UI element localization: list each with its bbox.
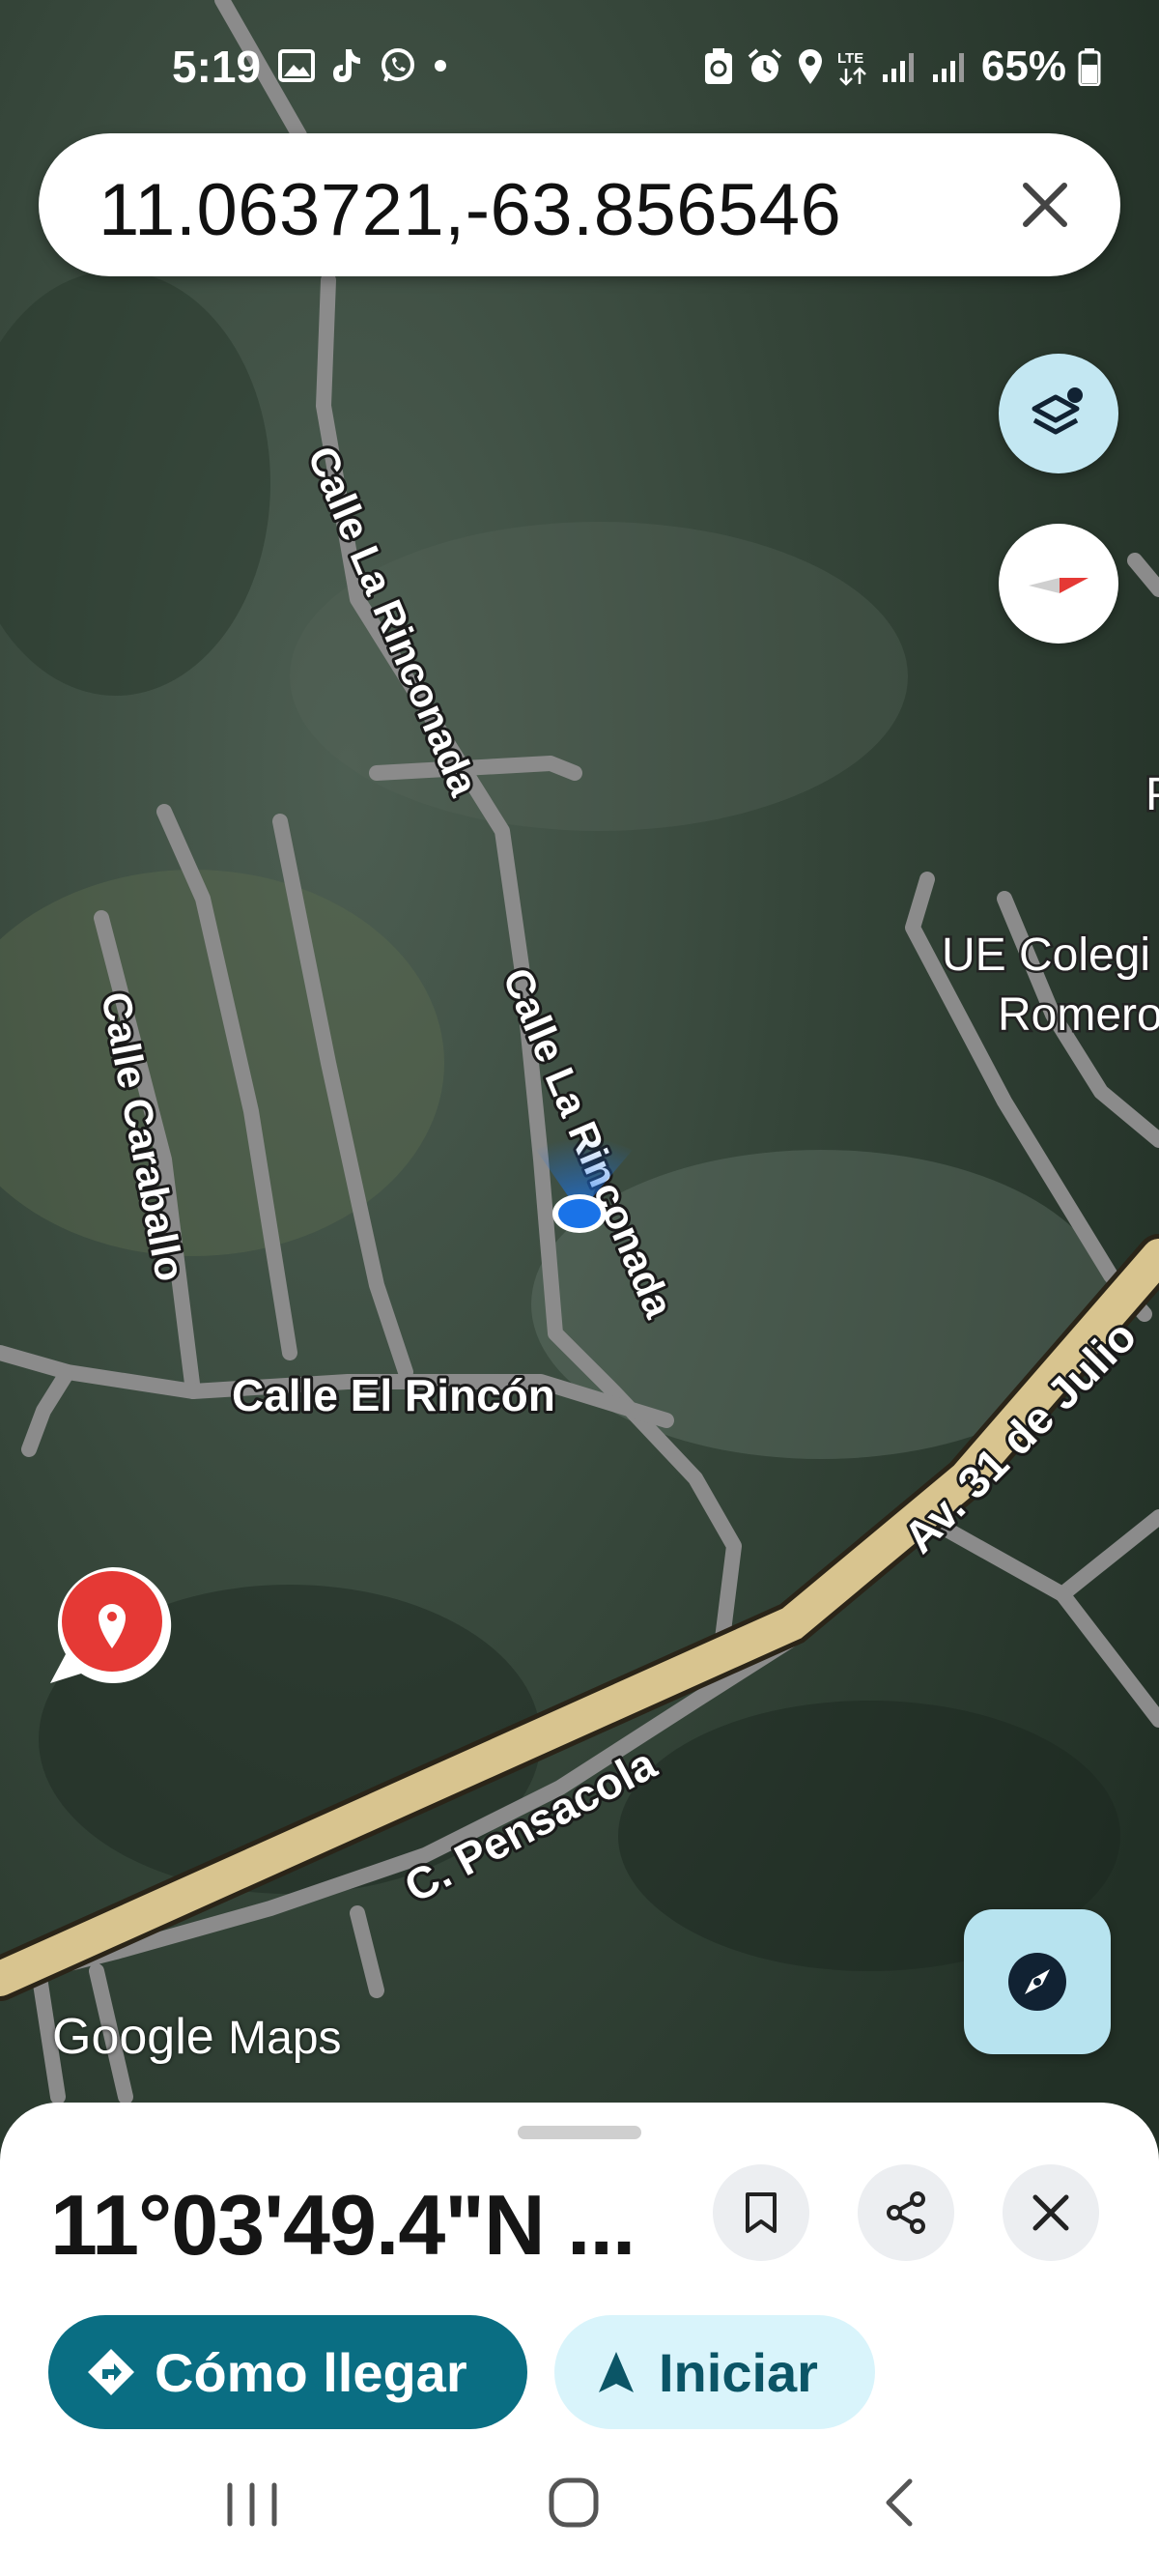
notification-icons (278, 46, 448, 85)
recent-apps-icon[interactable] (222, 2481, 282, 2528)
layers-icon (1032, 387, 1083, 435)
lte-icon: LTE (837, 50, 866, 86)
back-icon[interactable] (877, 2476, 923, 2530)
recycle-icon (704, 48, 732, 84)
share-button[interactable] (858, 2164, 954, 2261)
map-pin-icon[interactable] (44, 1561, 180, 1687)
more-notifications-dot-icon (435, 60, 446, 72)
place-label-edge: P (1145, 769, 1159, 820)
status-time: 5:19 (172, 42, 262, 92)
start-button[interactable]: Iniciar (554, 2315, 875, 2429)
google-logo-text: Google (52, 2009, 214, 2065)
location-status-icon (798, 49, 822, 84)
share-icon (887, 2191, 925, 2234)
coordinates-title: 11°03'49.4"N ... (50, 2177, 636, 2273)
street-label-calle-el-rincon: Calle El Rincón (232, 1370, 555, 1420)
signal-strength-icon-1 (882, 53, 914, 82)
gallery-icon (278, 49, 315, 82)
battery-percentage: 65% (980, 43, 1066, 90)
google-maps-logo: Google Maps (52, 2008, 342, 2066)
bookmark-icon (746, 2192, 777, 2233)
navigate-arrow-icon (599, 2352, 634, 2392)
battery-icon (1078, 48, 1101, 86)
signal-strength-icon-2 (932, 53, 964, 82)
whatsapp-icon (382, 48, 414, 82)
directions-button[interactable]: Cómo llegar (48, 2315, 527, 2429)
search-bar[interactable]: 11.063721,-63.856546 (39, 133, 1120, 276)
close-button[interactable] (1003, 2164, 1099, 2261)
recenter-button[interactable] (964, 1909, 1111, 2054)
place-label-ue-colegio-line2[interactable]: Romero (996, 987, 1159, 1044)
directions-icon (88, 2349, 134, 2395)
compass-button[interactable] (999, 524, 1118, 644)
search-query-text[interactable]: 11.063721,-63.856546 (99, 168, 841, 252)
maps-logo-text: Maps (228, 2013, 342, 2064)
compass-icon (1029, 578, 1088, 593)
tiktok-icon (333, 49, 360, 82)
save-button[interactable] (713, 2164, 809, 2261)
search-clear-icon[interactable] (1016, 176, 1074, 234)
status-bar: 5:19 LTE 65% (0, 0, 1159, 135)
directions-label: Cómo llegar (155, 2341, 467, 2403)
system-icons: LTE 65% (703, 43, 1101, 91)
alarm-icon (748, 48, 782, 82)
bottom-sheet-handle[interactable] (518, 2126, 641, 2139)
recenter-icon (1008, 1953, 1066, 2011)
layers-button[interactable] (999, 354, 1118, 473)
home-icon[interactable] (547, 2476, 601, 2530)
start-label: Iniciar (659, 2341, 818, 2403)
place-label-ue-colegio-line1[interactable]: UE Colegi (940, 928, 1153, 984)
close-icon (1032, 2194, 1069, 2231)
svg-text:LTE: LTE (837, 50, 863, 67)
